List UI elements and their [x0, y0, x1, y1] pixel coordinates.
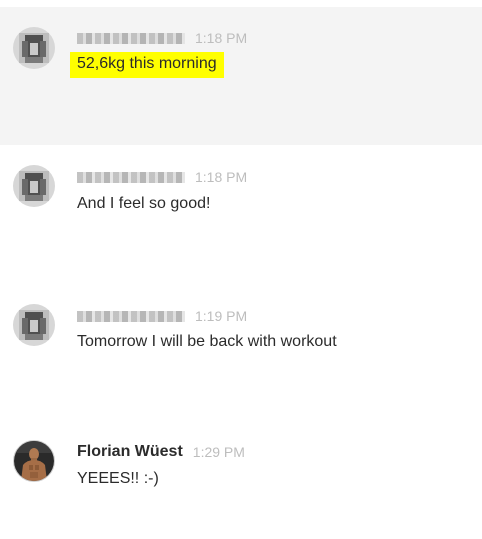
message-text: 52,6kg this morning	[70, 52, 224, 78]
user-avatar[interactable]	[13, 304, 55, 346]
chat-message-list: 1:18 PM 52,6kg this morning 1:18 PM And …	[0, 0, 482, 539]
message-header: 1:18 PM	[77, 29, 247, 47]
message-header: Florian Wüest 1:29 PM	[77, 443, 245, 461]
message-item[interactable]: 1:19 PM Tomorrow I will be back with wor…	[0, 284, 482, 424]
message-text: YEEES!! :-)	[77, 470, 159, 487]
user-avatar[interactable]	[13, 27, 55, 69]
message-item[interactable]: 1:18 PM 52,6kg this morning	[0, 7, 482, 145]
user-avatar[interactable]	[13, 440, 55, 482]
message-timestamp: 1:19 PM	[195, 308, 248, 324]
message-timestamp: 1:29 PM	[192, 444, 245, 460]
message-header: 1:19 PM	[77, 307, 247, 325]
message-text: Tomorrow I will be back with workout	[77, 333, 337, 350]
message-timestamp: 1:18 PM	[195, 169, 248, 185]
blurred-author-name	[77, 310, 185, 322]
message-item[interactable]: Florian Wüest 1:29 PM YEEES!! :-)	[0, 424, 482, 539]
message-text: And I feel so good!	[77, 195, 211, 212]
message-item[interactable]: 1:18 PM And I feel so good!	[0, 145, 482, 284]
user-avatar[interactable]	[13, 165, 55, 207]
message-timestamp: 1:18 PM	[195, 30, 248, 46]
blurred-author-name	[77, 32, 185, 44]
message-header: 1:18 PM	[77, 168, 247, 186]
blurred-author-name	[77, 171, 185, 183]
author-name[interactable]: Florian Wüest	[77, 443, 183, 461]
